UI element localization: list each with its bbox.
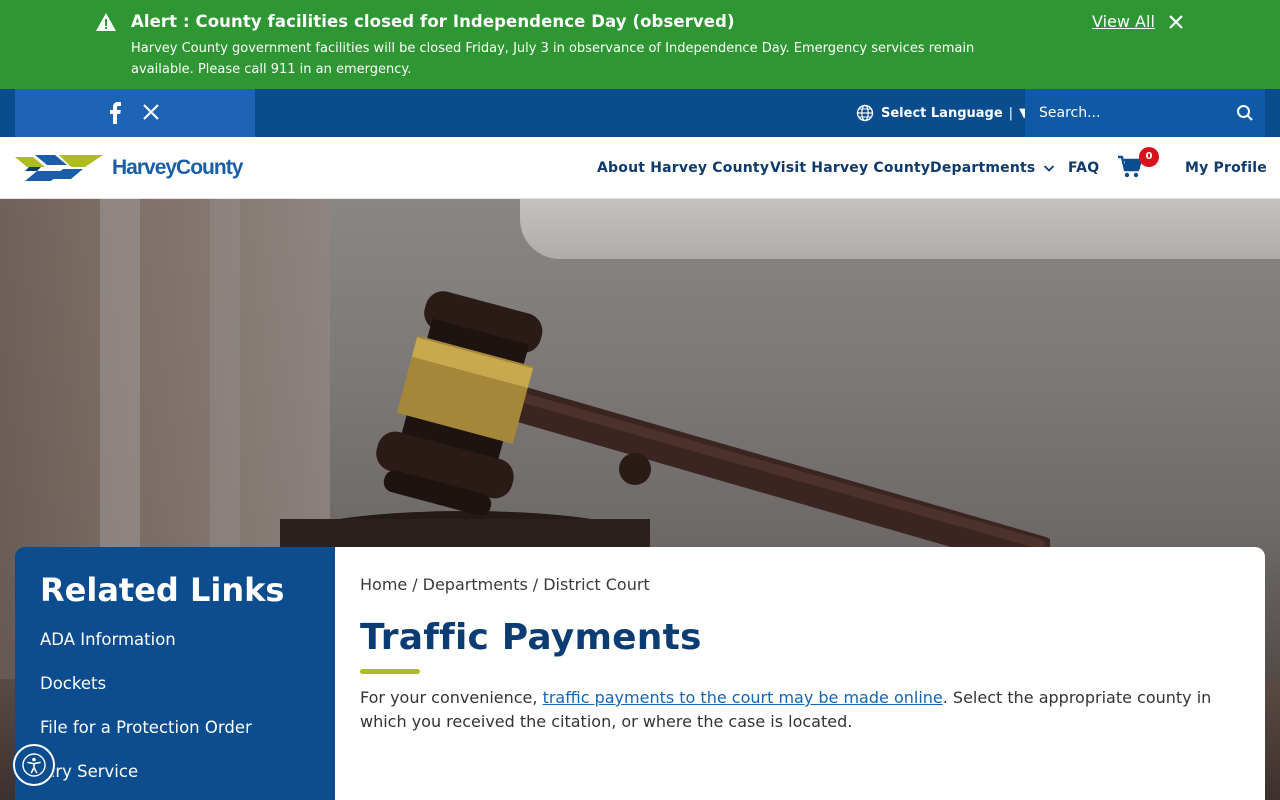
breadcrumb-district-court[interactable]: District Court — [543, 575, 650, 594]
online-payment-link[interactable]: traffic payments to the court may be mad… — [543, 688, 943, 707]
nav-link-my-profile[interactable]: My Profile — [1185, 160, 1267, 176]
breadcrumb-home[interactable]: Home — [360, 575, 407, 594]
page-title: Traffic Payments — [360, 617, 702, 658]
search-icon[interactable] — [1236, 104, 1254, 122]
view-all-alerts-link[interactable]: View All — [1092, 12, 1155, 31]
sidebar-link-protection-order[interactable]: File for a Protection Order — [40, 718, 252, 737]
search-box — [1025, 89, 1265, 137]
sidebar-title: Related Links — [40, 571, 285, 609]
site-header: HarveyCounty About Harvey County Visit H… — [0, 137, 1280, 199]
related-links-sidebar: Related Links ADA Information Dockets Fi… — [15, 547, 335, 800]
nav-faq[interactable]: FAQ — [1068, 137, 1099, 199]
alert-body: Harvey County government facilities will… — [131, 41, 975, 77]
logo-mark-icon — [15, 155, 103, 181]
accessibility-icon — [22, 753, 46, 777]
nav-link-departments[interactable]: Departments — [930, 160, 1035, 176]
title-underline — [360, 669, 420, 674]
warning-icon — [96, 13, 116, 31]
nav-departments[interactable]: Departments — [930, 137, 1055, 199]
breadcrumb: Home / Departments / District Court — [360, 575, 650, 594]
language-selector[interactable]: Select Language | ▼ — [856, 103, 1029, 123]
logo-text: HarveyCounty — [112, 156, 243, 179]
close-icon[interactable] — [1167, 13, 1185, 31]
accessibility-button[interactable] — [13, 744, 55, 786]
intro-paragraph: For your convenience, traffic payments t… — [360, 688, 1212, 731]
breadcrumb-separator: / — [532, 575, 539, 594]
breadcrumb-departments[interactable]: Departments — [423, 575, 528, 594]
x-twitter-icon[interactable] — [142, 103, 160, 121]
nav-visit[interactable]: Visit Harvey County — [770, 137, 930, 199]
search-input[interactable] — [1039, 101, 1224, 125]
main-content: Home / Departments / District Court Traffic … — [335, 547, 1265, 800]
nav-profile[interactable]: My Profile — [1185, 137, 1267, 199]
breadcrumb-separator: / — [412, 575, 418, 594]
globe-icon — [856, 104, 874, 122]
facebook-icon[interactable] — [108, 102, 124, 124]
nav-link-faq[interactable]: FAQ — [1068, 160, 1099, 176]
nav-about[interactable]: About Harvey County — [597, 137, 769, 199]
alert-banner: Alert : County facilities closed for Ind… — [0, 0, 1280, 89]
nav-link-about[interactable]: About Harvey County — [597, 160, 769, 176]
sidebar-link-ada[interactable]: ADA Information — [40, 630, 176, 649]
language-separator: | — [1008, 105, 1014, 121]
harvey-county-logo[interactable]: HarveyCounty — [15, 153, 243, 183]
nav-link-visit[interactable]: Visit Harvey County — [770, 160, 930, 176]
alert-title: Alert : County facilities closed for Ind… — [131, 12, 735, 31]
social-links — [15, 89, 255, 137]
chevron-down-icon[interactable] — [1043, 162, 1055, 174]
language-label: Select Language — [881, 105, 1003, 121]
cart-count-badge: 0 — [1139, 147, 1159, 167]
utility-bar: Select Language | ▼ — [0, 89, 1280, 137]
sidebar-link-dockets[interactable]: Dockets — [40, 674, 106, 693]
